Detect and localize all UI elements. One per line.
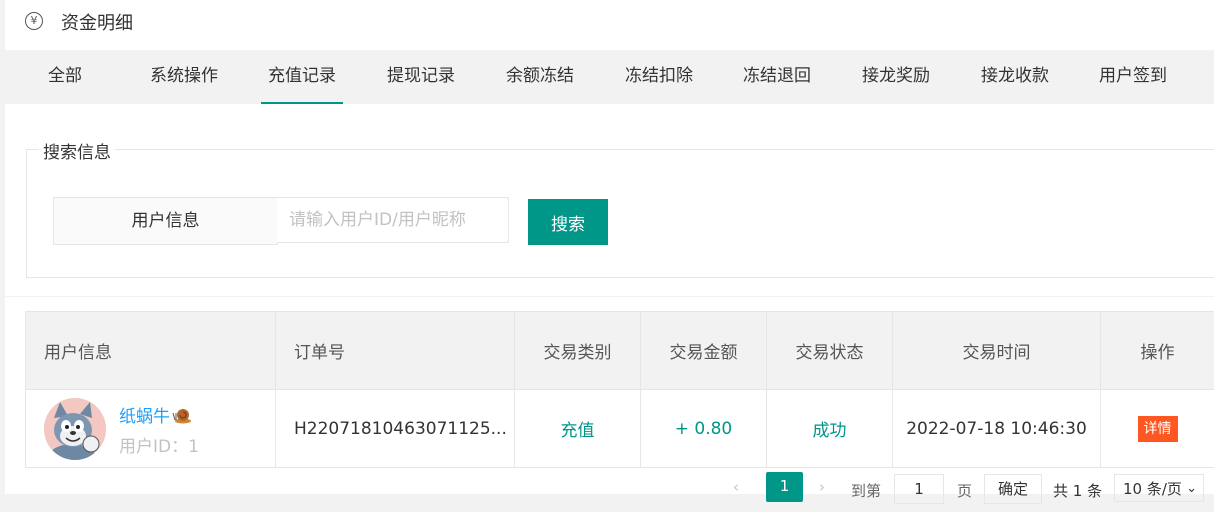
tab-relay-payment[interactable]: 接龙收款 (979, 50, 1051, 104)
goto-confirm-button[interactable]: 确定 (984, 474, 1042, 504)
prev-page-button[interactable]: ‹ (733, 478, 739, 496)
records-table: 用户信息 订单号 交易类别 交易金额 交易状态 交易时间 操作 (25, 311, 1214, 468)
order-number: H22071810463071125... (276, 390, 515, 468)
goto-page-input[interactable]: 1 (894, 474, 944, 504)
action-cell: 详情 (1101, 390, 1214, 468)
col-order-no: 订单号 (276, 312, 515, 390)
tab-relay-reward[interactable]: 接龙奖励 (860, 50, 932, 104)
col-status: 交易状态 (767, 312, 893, 390)
user-cell: 纸蜗牛 用户ID：1 (26, 390, 276, 468)
table-row: 纸蜗牛 用户ID：1 H22071810463071125... 充值 + 0.… (26, 390, 1214, 468)
col-time: 交易时间 (893, 312, 1101, 390)
user-nickname-text: 纸蜗牛 (119, 407, 170, 427)
user-id: 用户ID：1 (119, 432, 199, 457)
tab-bar: 全部 系统操作 充值记录 提现记录 余额冻结 冻结扣除 冻结退回 接龙奖励 接龙… (5, 50, 1214, 104)
transaction-status: 成功 (767, 390, 893, 468)
yen-circle-icon: ¥ (25, 12, 43, 30)
tab-balance-freeze[interactable]: 余额冻结 (504, 50, 576, 104)
search-button[interactable]: 搜索 (528, 199, 608, 245)
transaction-time: 2022-07-18 10:46:30 (893, 390, 1101, 468)
user-id-value: 1 (188, 437, 199, 457)
page-size-select[interactable]: 10 条/页⌄ (1114, 474, 1204, 502)
col-amount: 交易金额 (641, 312, 767, 390)
col-user-info: 用户信息 (26, 312, 276, 390)
page-title: 资金明细 (61, 9, 133, 35)
pagination: ‹ 1 › 到第 1 页 确定 共 1 条 10 条/页⌄ (5, 472, 1214, 512)
tab-recharge-records[interactable]: 充值记录 (261, 50, 343, 104)
goto-label: 到第 (851, 480, 881, 501)
col-type: 交易类别 (515, 312, 641, 390)
search-legend: 搜索信息 (39, 138, 115, 163)
tab-withdraw-records[interactable]: 提现记录 (385, 50, 457, 104)
detail-button[interactable]: 详情 (1138, 416, 1178, 442)
tab-all[interactable]: 全部 (46, 50, 84, 104)
table-header-row: 用户信息 订单号 交易类别 交易金额 交易状态 交易时间 操作 (26, 312, 1214, 390)
col-action: 操作 (1101, 312, 1214, 390)
transaction-type: 充值 (515, 390, 641, 468)
tab-system-operation[interactable]: 系统操作 (148, 50, 220, 104)
snail-icon (172, 406, 192, 429)
current-page[interactable]: 1 (766, 472, 803, 502)
user-info-label: 用户信息 (53, 197, 278, 245)
tab-user-checkin[interactable]: 用户签到 (1097, 50, 1169, 104)
user-search-input[interactable] (277, 197, 509, 243)
next-page-button[interactable]: › (819, 478, 825, 496)
main-card: ¥ 资金明细 全部 系统操作 充值记录 提现记录 余额冻结 冻结扣除 冻结退回 … (5, 0, 1214, 494)
transaction-amount: + 0.80 (641, 390, 767, 468)
section-divider (5, 296, 1214, 297)
page-header: ¥ 资金明细 (5, 0, 1214, 48)
page-size-value: 10 条/页 (1123, 480, 1182, 498)
tab-recharge-records-label: 充值记录 (268, 66, 336, 86)
tab-freeze-deduct[interactable]: 冻结扣除 (623, 50, 695, 104)
page-unit-label: 页 (957, 480, 972, 501)
avatar[interactable] (44, 398, 106, 460)
user-nickname[interactable]: 纸蜗牛 (119, 402, 192, 429)
total-count: 共 1 条 (1053, 480, 1102, 501)
active-tab-underline (261, 102, 343, 104)
chevron-down-icon: ⌄ (1186, 475, 1197, 503)
tab-freeze-refund[interactable]: 冻结退回 (741, 50, 813, 104)
user-id-label: 用户ID： (119, 437, 188, 457)
